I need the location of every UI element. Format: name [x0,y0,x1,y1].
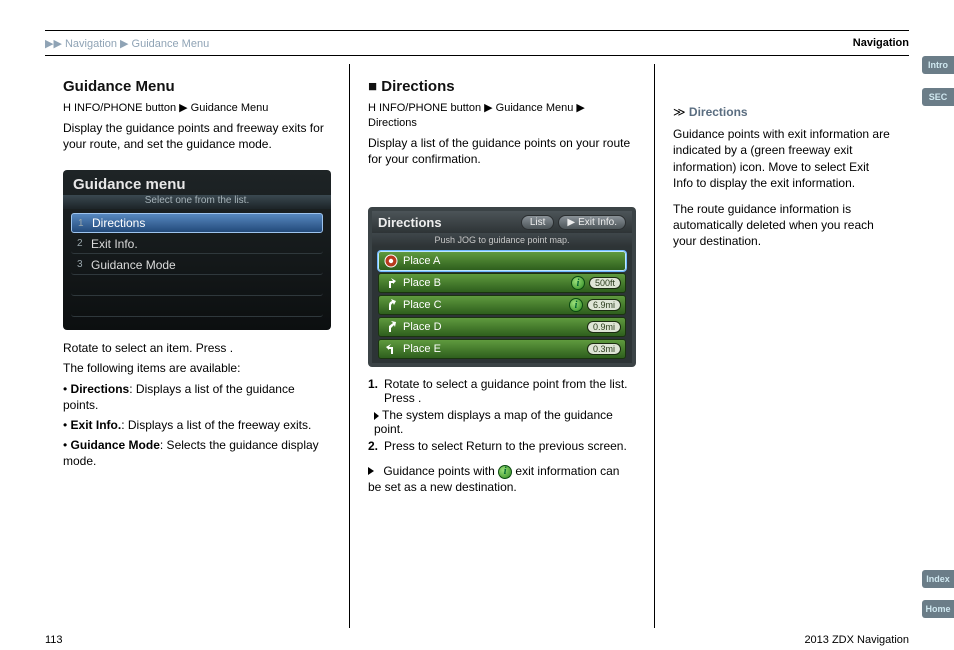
tab-home[interactable]: Home [922,600,954,618]
empty-row [71,276,323,296]
row-num: 1 [78,218,92,229]
menu-item-guidance-mode[interactable]: 3 Guidance Mode [71,255,323,275]
shot-title: Guidance menu [63,170,331,193]
item-directions: • Directions: Displays a list of the gui… [63,381,331,413]
info-icon: i [498,465,512,479]
step-2: 2.Press to select Return to the previous… [368,439,636,453]
shot-subtitle: Select one from the list. [63,195,331,209]
tab-label: Home [925,604,950,614]
row-label: Exit Info. [91,237,138,251]
page-number: 113 [45,634,63,646]
menu-item-exit-info[interactable]: 2 Exit Info. [71,234,323,254]
row-num: 2 [77,238,91,249]
row-num: 3 [77,259,91,270]
right-arrow-icon [374,412,379,420]
items-lead: The following items are available: [63,360,331,376]
directions-header: Directions List ▶ Exit Info. [372,211,632,233]
column-directions: ■ Directions H INFO/PHONE button ▶ Guida… [349,64,654,628]
tab-label: Intro [928,60,948,70]
return-button[interactable]: RETURN [372,365,632,367]
dir-label: Place B [403,277,567,289]
direction-row[interactable]: Place E 0.3mi [378,339,626,359]
path-seg: Guidance Menu [191,102,269,114]
main-columns: Guidance Menu H INFO/PHONE button ▶ Guid… [45,64,909,628]
turn-right-icon [383,275,399,291]
item-guidance-mode: • Guidance Mode: Selects the guidance di… [63,437,331,469]
dir-label: Place D [403,321,583,333]
item-exit-info: • Exit Info.: Displays a list of the fre… [63,417,331,433]
slight-right-icon [383,297,399,313]
note-1: Guidance points with exit information ar… [673,126,891,191]
turn-left-icon [383,341,399,357]
tab-label: SEC [929,92,948,102]
directions-screenshot: Directions List ▶ Exit Info. Push JOG to… [368,207,636,367]
empty-row [71,297,323,317]
intro-text: Display a list of the guidance points on… [368,135,636,167]
list-button[interactable]: List [521,215,555,230]
direction-row[interactable]: Place D 0.9mi [378,317,626,337]
dirs-hint: Push JOG to guidance point map. [372,233,632,247]
path-seg: INFO/PHONE button [74,102,176,114]
distance-pill: 0.9mi [587,321,621,333]
step-result: The system displays a map of the guidanc… [368,408,636,436]
tab-intro[interactable]: Intro [922,56,954,74]
direction-row[interactable]: Place A [378,251,626,271]
step-1: 1.Rotate to select a guidance point from… [368,377,636,405]
footer-right: 2013 ZDX Navigation [804,634,909,646]
breadcrumb: ▶▶ Navigation ▶ Guidance Menu [45,37,209,50]
tab-index[interactable]: Index [922,570,954,588]
steps-block: 1.Rotate to select a guidance point from… [368,377,636,453]
distance-pill: 500ft [589,277,621,289]
column-guidance-menu: Guidance Menu H INFO/PHONE button ▶ Guid… [45,64,349,628]
destination-icon [383,253,399,269]
tab-label: Index [926,574,950,584]
column-notes: ≫ Directions Guidance points with exit i… [654,64,909,628]
dir-label: Place A [403,255,621,267]
note-2: The route guidance information is automa… [673,201,891,250]
menu-path: H INFO/PHONE button ▶ Guidance Menu ▶ Di… [368,101,636,131]
direction-row[interactable]: Place B i 500ft [378,273,626,293]
exit-info-button[interactable]: ▶ Exit Info. [558,215,626,230]
row-label: Directions [92,216,145,230]
bear-right-icon [383,319,399,335]
heading-guidance-menu: Guidance Menu [63,78,331,95]
note-text: Guidance points with i exit information … [368,463,636,495]
dir-label: Place C [403,299,565,311]
breadcrumb-bar: ▶▶ Navigation ▶ Guidance Menu Navigation [45,30,909,56]
guidance-menu-screenshot: Guidance menu Select one from the list. … [63,170,331,330]
dirs-list: Place A Place B i 500ft Place C i 6.9mi … [372,247,632,365]
distance-pill: 0.3mi [587,343,621,355]
info-icon: i [569,298,583,312]
row-label: Guidance Mode [91,258,176,272]
shot-list: 1 Directions 2 Exit Info. 3 Guidance Mod… [71,213,323,317]
intro-text: Display the guidance points and freeway … [63,120,331,152]
tab-sec[interactable]: SEC [922,88,954,106]
menu-path: H INFO/PHONE button ▶ Guidance Menu [63,101,331,116]
after-screen-instruction: Rotate to select an item. Press . [63,340,331,356]
menu-item-directions[interactable]: 1 Directions [71,213,323,233]
footer: 113 2013 ZDX Navigation [45,634,909,646]
heading-directions: ■ Directions [368,78,636,95]
dirs-title: Directions [378,215,442,230]
blue-heading: ≫ Directions [673,104,891,120]
info-icon: i [571,276,585,290]
direction-row[interactable]: Place C i 6.9mi [378,295,626,315]
dir-label: Place E [403,343,583,355]
triangle-bullet-icon [368,467,374,475]
section-title: Navigation [853,37,909,49]
distance-pill: 6.9mi [587,299,621,311]
